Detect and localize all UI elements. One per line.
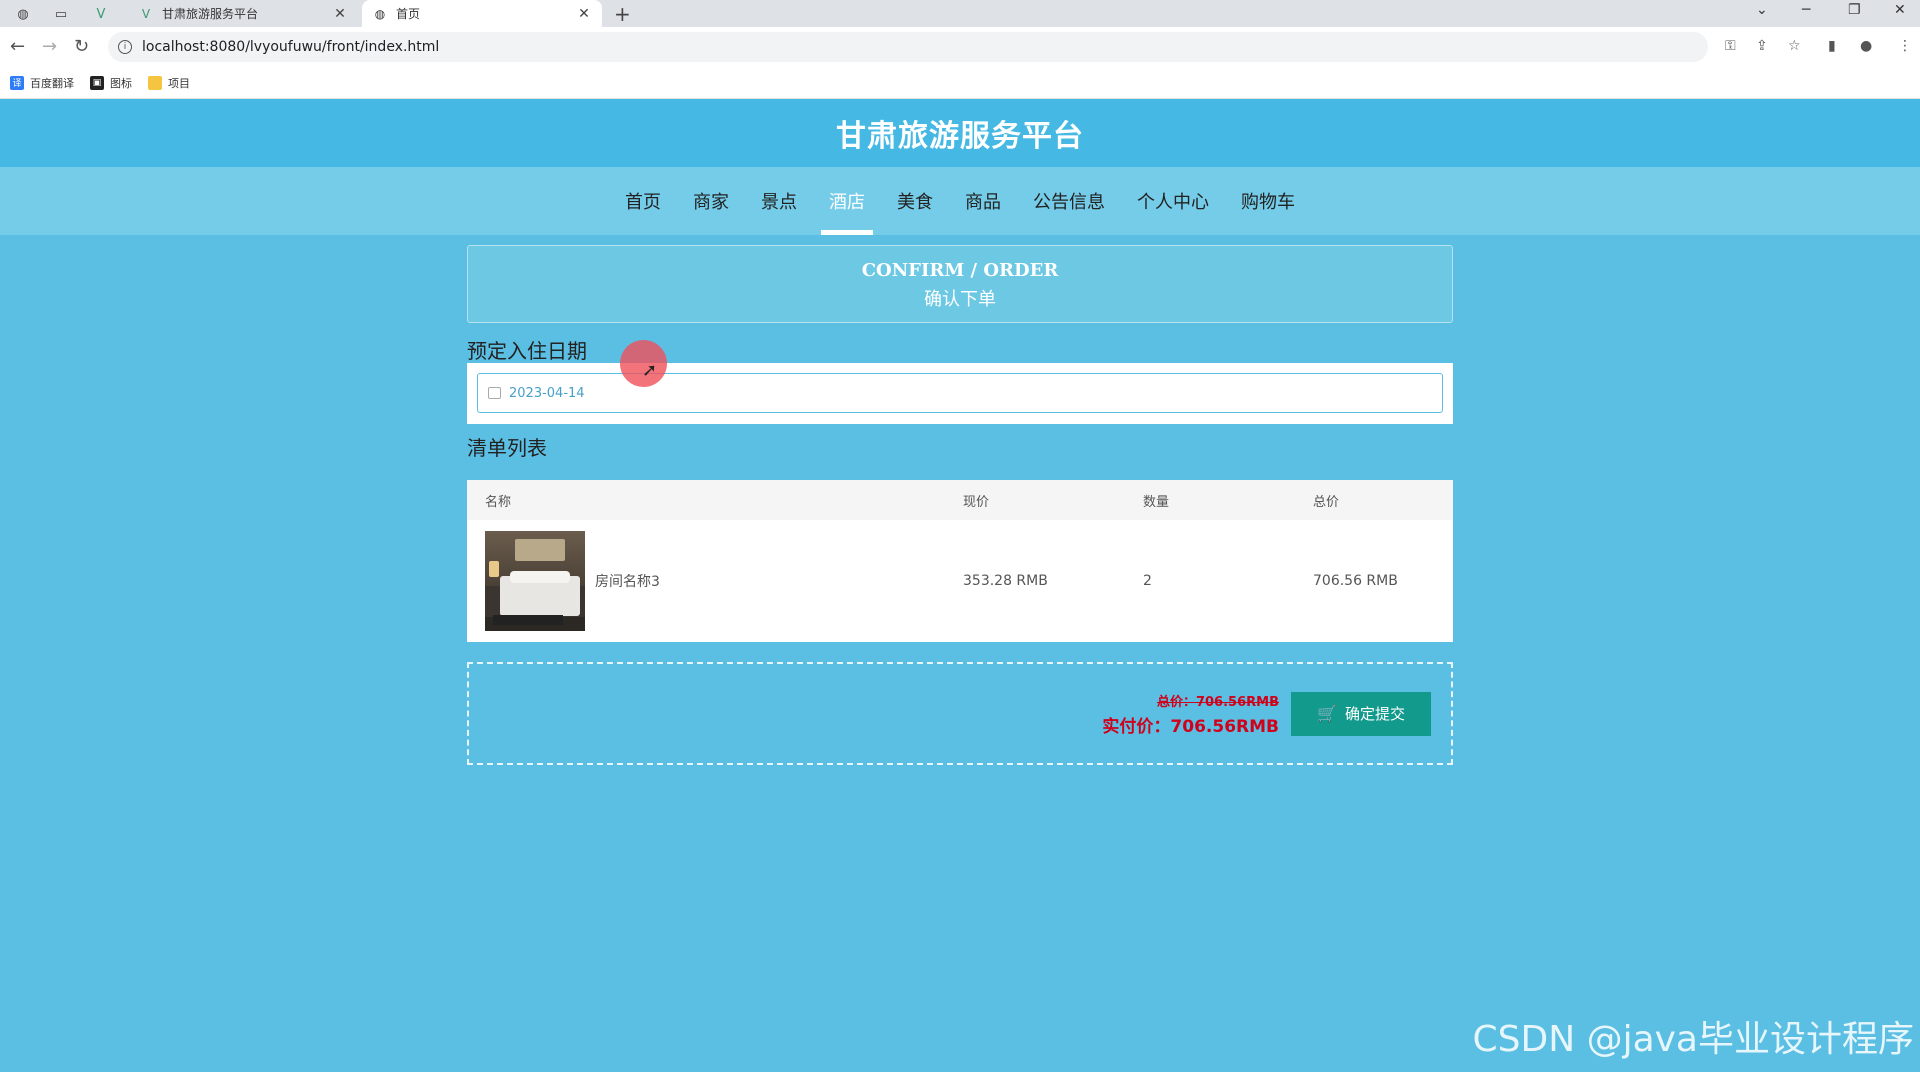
header-qty: 数量 [1143, 494, 1170, 510]
translate-icon: 译 [10, 75, 24, 90]
sidepanel-icon[interactable]: ▮ [1828, 38, 1836, 54]
nav-item-hotels[interactable]: 酒店 [821, 167, 873, 235]
banner-title-cn: 确认下单 [924, 289, 996, 310]
main-nav: 首页 商家 景点 酒店 美食 商品 公告信息 个人中心 购物车 [0, 167, 1920, 235]
nav-item-attractions[interactable]: 景点 [753, 167, 805, 235]
bookmark-baidu-translate[interactable]: 译 百度翻译 [10, 75, 74, 91]
close-icon[interactable]: ✕ [576, 6, 592, 22]
url-field[interactable]: i localhost:8080/lvyoufuwu/front/index.h… [108, 32, 1708, 62]
window-close-button[interactable]: ✕ [1894, 2, 1906, 18]
menu-icon[interactable]: ⋮ [1898, 38, 1912, 54]
vue-logo-icon[interactable]: V [90, 3, 112, 25]
confirm-order-banner: CONFIRM / ORDER 确认下单 [467, 245, 1453, 323]
browser-tab-bar: ◍ ▭ V V 甘肃旅游服务平台 ✕ ◍ 首页 ✕ + ⌄ ─ ❐ ✕ [0, 0, 1920, 27]
submit-label: 确定提交 [1344, 706, 1405, 723]
icon-library-icon: ▣ [90, 75, 104, 90]
order-summary: 总价：706.56RMB 实付价：706.56RMB 🛒 确定提交 [467, 662, 1453, 765]
folder-icon [148, 75, 162, 90]
minimize-button[interactable]: ─ [1802, 2, 1810, 18]
restore-button[interactable]: ❐ [1848, 2, 1861, 18]
address-bar-row: ← → ↻ i localhost:8080/lvyoufuwu/front/i… [0, 27, 1920, 67]
new-tab-button[interactable]: + [614, 2, 631, 26]
original-total: 总价：706.56RMB [1156, 694, 1279, 710]
url-text: localhost:8080/lvyoufuwu/front/index.htm… [142, 39, 440, 55]
room-thumbnail [485, 531, 585, 631]
watermark: CSDN @java毕业设计程序 [1472, 1019, 1914, 1060]
room-name: 房间名称3 [595, 574, 660, 590]
bookmark-label: 图标 [110, 76, 132, 90]
date-value: 2023-04-14 [509, 385, 585, 401]
profile-icon[interactable]: ● [1860, 38, 1872, 54]
checkin-date-input[interactable]: 2023-04-14 [477, 373, 1443, 413]
header-price: 现价 [963, 494, 990, 510]
chevron-down-icon[interactable]: ⌄ [1756, 2, 1768, 18]
nav-item-profile[interactable]: 个人中心 [1129, 167, 1217, 235]
cell-name: 房间名称3 [467, 531, 963, 631]
header-name: 名称 [485, 494, 512, 510]
back-arrow-icon[interactable]: ← [10, 36, 25, 57]
globe-icon[interactable]: ◍ [12, 3, 34, 25]
nav-item-food[interactable]: 美食 [889, 167, 941, 235]
list-label: 清单列表 [467, 436, 547, 460]
nav-item-announcements[interactable]: 公告信息 [1025, 167, 1113, 235]
table-row: 房间名称3 353.28 RMB 2 706.56 RMB [467, 520, 1453, 642]
key-icon[interactable]: ⚿ [1725, 38, 1736, 54]
mouse-pointer-icon: ➚ [642, 360, 658, 381]
globe-icon: ◍ [374, 6, 386, 21]
forward-arrow-icon[interactable]: → [42, 36, 57, 57]
checkin-date-label: 预定入住日期 [467, 339, 587, 363]
vue-logo-icon: V [141, 6, 151, 21]
order-table: 名称 现价 数量 总价 房间名称3 353.28 RMB 2 706.56 RM… [467, 480, 1453, 642]
info-icon[interactable]: i [118, 40, 132, 54]
bookmark-label: 项目 [168, 76, 190, 90]
actual-payment: 实付价：706.56RMB [1102, 716, 1279, 737]
cell-qty: 2 [1143, 573, 1152, 589]
browser-tab-platform[interactable]: V 甘肃旅游服务平台 ✕ [128, 0, 358, 27]
tab-title: 甘肃旅游服务平台 [162, 7, 259, 21]
price-summary: 总价：706.56RMB 实付价：706.56RMB [1102, 691, 1279, 737]
blank-page-icon[interactable]: ▭ [50, 3, 72, 25]
browser-tab-home[interactable]: ◍ 首页 ✕ [362, 0, 602, 27]
order-container: CONFIRM / ORDER 确认下单 预定入住日期 2023-04-14 清… [467, 245, 1453, 765]
close-icon[interactable]: ✕ [332, 6, 348, 22]
table-header: 名称 现价 数量 总价 [467, 480, 1453, 520]
submit-order-button[interactable]: 🛒 确定提交 [1291, 691, 1431, 736]
nav-item-cart[interactable]: 购物车 [1233, 167, 1303, 235]
share-icon[interactable]: ⇪ [1756, 38, 1768, 54]
site-header: 甘肃旅游服务平台 [0, 99, 1920, 167]
cart-icon: 🛒 [1317, 705, 1337, 723]
nav-item-merchants[interactable]: 商家 [685, 167, 737, 235]
bookmark-label: 百度翻译 [30, 76, 74, 90]
bookmark-projects[interactable]: 项目 [148, 75, 190, 91]
header-total: 总价 [1313, 494, 1340, 510]
bookmarks-bar: 译 百度翻译 ▣ 图标 项目 [0, 67, 1920, 99]
cell-total: 706.56 RMB [1313, 573, 1398, 589]
star-icon[interactable]: ☆ [1788, 38, 1801, 54]
nav-item-products[interactable]: 商品 [957, 167, 1009, 235]
bookmark-icons[interactable]: ▣ 图标 [90, 75, 132, 91]
nav-item-home[interactable]: 首页 [617, 167, 669, 235]
date-picker-wrapper: 2023-04-14 [467, 363, 1453, 424]
banner-title-en: CONFIRM / ORDER [861, 260, 1059, 281]
calendar-icon [488, 387, 501, 399]
reload-icon[interactable]: ↻ [74, 36, 89, 57]
tab-title: 首页 [396, 7, 421, 21]
cell-price: 353.28 RMB [963, 573, 1048, 589]
site-title: 甘肃旅游服务平台 [836, 119, 1084, 154]
